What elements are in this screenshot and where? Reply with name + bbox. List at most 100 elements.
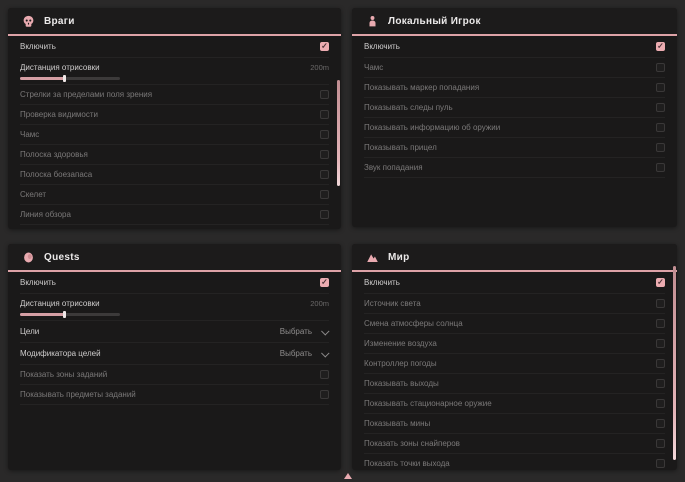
dropdown-row[interactable]: ЦелиВыбрать (20, 321, 329, 343)
chevron-down-icon (321, 349, 329, 357)
checkbox-unchecked[interactable] (320, 150, 329, 159)
toggle-row[interactable]: Показывать прицел (364, 138, 665, 158)
scrollbar[interactable] (337, 80, 340, 186)
panel-title: Локальный Игрок (388, 16, 481, 27)
skull-icon (22, 15, 35, 28)
dropdown-row[interactable]: Модификатора целей Выбрать (20, 343, 329, 365)
checkbox-checked[interactable]: ✓ (320, 278, 329, 287)
panel-enemies: Враги Включить ✓ Дистанция отрисовки 200m Ст… (8, 8, 341, 229)
checkbox-unchecked[interactable] (656, 339, 665, 348)
toggle-label: Контроллер погоды (364, 359, 437, 368)
toggle-row[interactable]: Показывать стационарное оружие (364, 394, 665, 414)
toggle-row[interactable]: Контроллер погоды (364, 354, 665, 374)
slider-track[interactable] (20, 313, 120, 316)
toggle-label: Смена атмосферы солнца (364, 319, 463, 328)
toggle-row[interactable]: Показывать выходы (364, 374, 665, 394)
quest-icon (22, 251, 35, 264)
toggle-row[interactable]: Включить ✓ (364, 36, 665, 58)
toggle-label: Показывать выходы (364, 379, 439, 388)
toggle-row[interactable]: Скелет (20, 185, 329, 205)
toggle-row[interactable]: Смена атмосферы солнца (364, 314, 665, 334)
toggle-label: Источник света (364, 299, 421, 308)
slider-row[interactable]: Дистанция отрисовки200m (20, 294, 329, 321)
checkbox-unchecked[interactable] (656, 123, 665, 132)
toggle-row[interactable]: Показывать следы пуль (364, 98, 665, 118)
panel-title: Враги (44, 16, 75, 27)
toggle-label: Включить (364, 42, 400, 51)
checkbox-unchecked[interactable] (656, 439, 665, 448)
dropdown-label: Модификатора целей (20, 349, 101, 358)
checkbox-unchecked[interactable] (320, 190, 329, 199)
checkbox-checked[interactable]: ✓ (656, 278, 665, 287)
check-icon: ✓ (321, 278, 328, 286)
toggle-row[interactable]: Показать зоны заданий (20, 365, 329, 385)
checkbox-checked[interactable]: ✓ (656, 42, 665, 51)
checkbox-unchecked[interactable] (656, 319, 665, 328)
checkbox-unchecked[interactable] (320, 210, 329, 219)
toggle-label: Включить (20, 278, 56, 287)
checkbox-unchecked[interactable] (656, 399, 665, 408)
slider-label: Дистанция отрисовки (20, 63, 100, 72)
checkbox-unchecked[interactable] (656, 143, 665, 152)
toggle-row[interactable]: Включить ✓ (20, 36, 329, 58)
person-icon (366, 15, 379, 28)
toggle-label: Проверка видимости (20, 110, 98, 119)
toggle-label: Скелет (20, 190, 46, 199)
panel-title: Мир (388, 252, 410, 263)
toggle-row[interactable]: Стрелки за пределами поля зрения (20, 85, 329, 105)
toggle-row[interactable]: Показать точки выхода (364, 454, 665, 470)
chevron-down-icon (321, 327, 329, 335)
checkbox-unchecked[interactable] (656, 83, 665, 92)
dropdown-select[interactable]: Выбрать (280, 349, 329, 358)
toggle-row[interactable]: Показывать информацию об оружии (364, 118, 665, 138)
checkbox-unchecked[interactable] (656, 63, 665, 72)
toggle-row[interactable]: Показывать маркер попадания (364, 78, 665, 98)
toggle-label: Включить (20, 42, 56, 51)
panel-local-player-header: Локальный Игрок (352, 8, 677, 36)
checkbox-unchecked[interactable] (656, 163, 665, 172)
slider-value: 200m (310, 63, 329, 72)
checkbox-unchecked[interactable] (656, 419, 665, 428)
toggle-row[interactable]: Показать зоны снайперов (364, 434, 665, 454)
toggle-row[interactable]: Полоска здоровья (20, 145, 329, 165)
checkbox-unchecked[interactable] (656, 299, 665, 308)
checkbox-checked[interactable]: ✓ (320, 42, 329, 51)
dropdown-select[interactable]: Выбрать (280, 327, 329, 336)
checkbox-unchecked[interactable] (320, 110, 329, 119)
toggle-row[interactable]: Показывать следы пуль (20, 225, 329, 229)
toggle-row[interactable]: Полоска боезапаса (20, 165, 329, 185)
toggle-label: Линия обзора (20, 210, 71, 219)
toggle-row[interactable]: Изменение воздуха (364, 334, 665, 354)
toggle-row[interactable]: Источник света (364, 294, 665, 314)
checkbox-unchecked[interactable] (320, 170, 329, 179)
toggle-row[interactable]: Включить ✓ (20, 272, 329, 294)
checkbox-unchecked[interactable] (656, 103, 665, 112)
toggle-row[interactable]: Звук попадания (364, 158, 665, 178)
toggle-label: Включить (364, 278, 400, 287)
checkbox-unchecked[interactable] (320, 370, 329, 379)
toggle-label: Показать зоны заданий (20, 370, 107, 379)
toggle-label: Показывать мины (364, 419, 430, 428)
slider-fill (20, 313, 65, 316)
checkbox-unchecked[interactable] (656, 359, 665, 368)
toggle-row[interactable]: Показывать мины (364, 414, 665, 434)
checkbox-unchecked[interactable] (656, 379, 665, 388)
slider-handle[interactable] (63, 75, 66, 82)
toggle-row[interactable]: Линия обзора (20, 205, 329, 225)
panel-quests: Quests Включить ✓ Дистанция отрисовки200mЦ… (8, 244, 341, 470)
toggle-row[interactable]: Чамс (20, 125, 329, 145)
checkbox-unchecked[interactable] (320, 130, 329, 139)
panel-quests-header: Quests (8, 244, 341, 272)
checkbox-unchecked[interactable] (320, 390, 329, 399)
toggle-label: Стрелки за пределами поля зрения (20, 90, 152, 99)
slider-row[interactable]: Дистанция отрисовки 200m (20, 58, 329, 85)
toggle-row[interactable]: Чамс (364, 58, 665, 78)
slider-track[interactable] (20, 77, 120, 80)
checkbox-unchecked[interactable] (656, 459, 665, 468)
toggle-row[interactable]: Показывать предметы заданий (20, 385, 329, 405)
checkbox-unchecked[interactable] (320, 90, 329, 99)
toggle-row[interactable]: Проверка видимости (20, 105, 329, 125)
scrollbar[interactable] (673, 266, 676, 460)
slider-handle[interactable] (63, 311, 66, 318)
toggle-row[interactable]: Включить ✓ (364, 272, 665, 294)
